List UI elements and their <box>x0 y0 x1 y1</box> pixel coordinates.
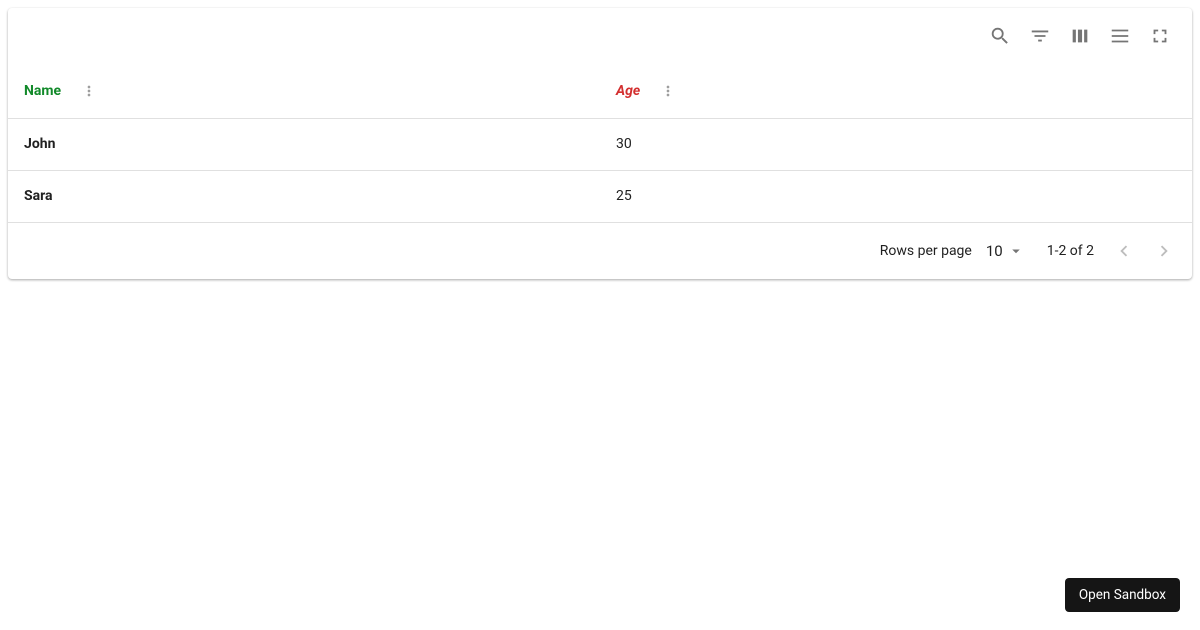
column-menu-age-button[interactable] <box>658 81 678 101</box>
table-row[interactable]: Sara 25 <box>8 170 1192 222</box>
table-row[interactable]: John 30 <box>8 118 1192 170</box>
columns-icon[interactable] <box>1060 16 1100 56</box>
rows-per-page-value: 10 <box>986 242 1003 260</box>
search-icon[interactable] <box>980 16 1020 56</box>
column-menu-name-button[interactable] <box>79 81 99 101</box>
cell-name: Sara <box>8 170 600 222</box>
caret-down-icon <box>1007 242 1025 260</box>
table-toolbar <box>8 8 1192 64</box>
open-sandbox-label: Open Sandbox <box>1079 587 1166 603</box>
table-header-row: Name Age <box>8 64 1192 118</box>
more-vert-icon <box>81 83 97 99</box>
table-footer: Rows per page 10 1-2 of 2 <box>8 223 1192 279</box>
cell-age: 25 <box>600 170 1192 222</box>
cell-name: John <box>8 118 600 170</box>
open-sandbox-button[interactable]: Open Sandbox <box>1065 578 1180 612</box>
fullscreen-icon[interactable] <box>1140 16 1180 56</box>
column-header-age-label: Age <box>616 83 640 99</box>
data-table: Name Age John <box>8 64 1192 223</box>
column-header-age[interactable]: Age <box>600 64 1192 118</box>
rows-per-page-select[interactable]: 10 <box>986 242 1025 260</box>
chevron-left-icon <box>1113 240 1135 262</box>
cell-age: 30 <box>600 118 1192 170</box>
rows-per-page-label: Rows per page <box>880 243 972 259</box>
chevron-right-icon <box>1153 240 1175 262</box>
filter-icon[interactable] <box>1020 16 1060 56</box>
more-vert-icon <box>660 83 676 99</box>
density-icon[interactable] <box>1100 16 1140 56</box>
next-page-button[interactable] <box>1144 231 1184 271</box>
pagination-range: 1-2 of 2 <box>1047 243 1094 259</box>
prev-page-button[interactable] <box>1104 231 1144 271</box>
column-header-name[interactable]: Name <box>8 64 600 118</box>
column-header-name-label: Name <box>24 83 61 99</box>
data-table-container: Name Age John <box>8 8 1192 279</box>
